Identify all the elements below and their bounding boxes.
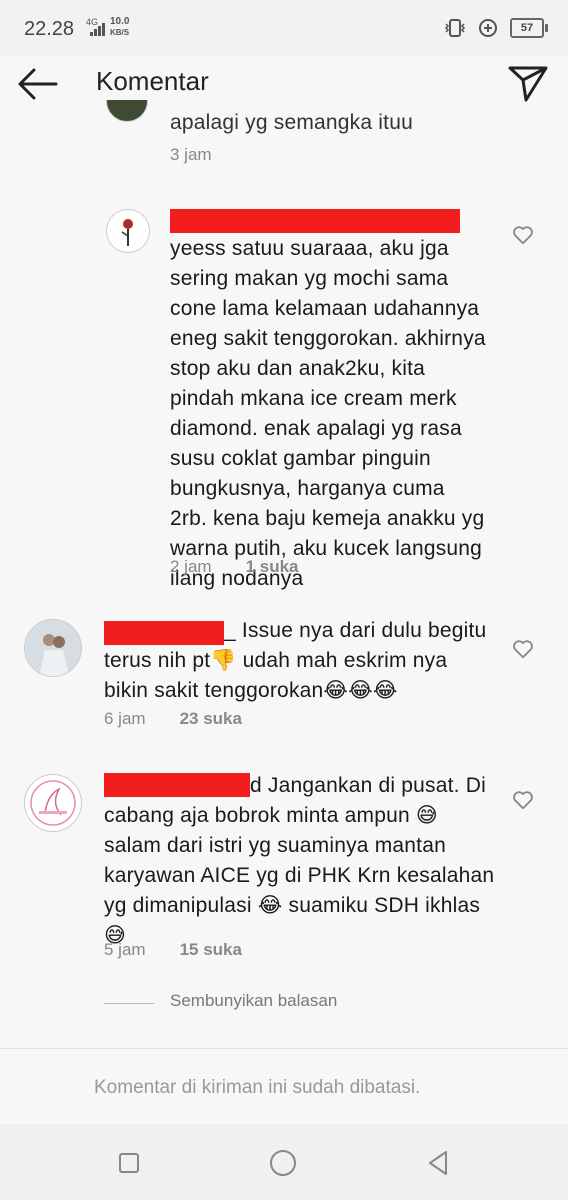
- like-count[interactable]: 15 suka: [180, 940, 242, 960]
- recent-apps-icon[interactable]: [112, 1146, 146, 1180]
- status-bar: 22.28 4G 10.0 KB/S 57: [0, 0, 568, 56]
- like-count[interactable]: 1 suka: [246, 557, 299, 577]
- send-icon[interactable]: [506, 60, 550, 104]
- comment-line: pindah mkana ice cream merk: [170, 387, 457, 410]
- comment-time: 2 jam: [170, 557, 212, 576]
- comment-time: 3 jam: [170, 145, 212, 164]
- comment-line: eneg sakit tenggorokan. akhirnya: [170, 327, 486, 350]
- comment-line: stop aku dan anak2ku, kita: [170, 357, 426, 380]
- comment-line: susu coklat gambar pinguin: [170, 447, 431, 470]
- redacted-username: [104, 621, 224, 645]
- comment-line: cabang aja bobrok minta ampun 😅: [104, 804, 438, 827]
- battery-indicator: 57: [510, 18, 548, 38]
- page-title: Komentar: [96, 66, 209, 96]
- like-heart-icon[interactable]: [512, 638, 534, 660]
- comment-line: karyawan AICE yg di PHK Krn kesalahan: [104, 864, 495, 887]
- avatar[interactable]: [24, 619, 82, 677]
- data-saver-icon: [479, 19, 497, 37]
- clock: 22.28: [24, 18, 75, 40]
- home-icon[interactable]: [266, 1146, 300, 1180]
- comment-meta: 5 jam 15 suka: [104, 940, 242, 960]
- comment-line: 2rb. kena baju kemeja anakku yg: [170, 507, 485, 530]
- comment-line: d Jangankan di pusat. Di: [250, 774, 486, 797]
- like-heart-icon[interactable]: [512, 789, 534, 811]
- comment-line: bungkusnya, harganya cuma: [170, 477, 445, 500]
- comment-line: diamond. enak apalagi yg rasa: [170, 417, 462, 440]
- like-count[interactable]: 23 suka: [180, 709, 242, 729]
- comment-text: apalagi yg semangka ituu: [170, 111, 413, 134]
- comment-line: yeess satuu suaraaa, aku jga: [170, 237, 449, 260]
- comment-line: _ Issue nya dari dulu begitu: [224, 619, 487, 642]
- comment-time: 6 jam: [104, 709, 146, 728]
- comment-meta: 6 jam 23 suka: [104, 709, 242, 729]
- couple-avatar-image: [25, 620, 81, 676]
- comments-list: apalagi yg semangka ituu 3 jam yeess sat…: [0, 100, 568, 1050]
- divider-line: [104, 1003, 154, 1004]
- comments-restricted-bar: Komentar di kiriman ini sudah dibatasi.: [0, 1048, 568, 1125]
- comment-line: bikin sakit tenggorokan😂😂😂: [104, 679, 398, 702]
- redacted-username: [170, 209, 460, 233]
- signal-icon: [90, 23, 105, 36]
- comment-line: terus nih pt👎 udah mah eskrim nya: [104, 649, 448, 672]
- vibrate-icon: [444, 19, 466, 37]
- comment-line: sering makan yg mochi sama: [170, 267, 449, 290]
- system-nav-bar: [0, 1124, 568, 1200]
- avatar[interactable]: [106, 100, 148, 122]
- pink-logo-avatar-image: [30, 780, 76, 826]
- avatar[interactable]: [106, 209, 150, 253]
- back-icon[interactable]: [422, 1146, 456, 1180]
- comment-line: cone lama kelamaan udahannya: [170, 297, 480, 320]
- restricted-note: Komentar di kiriman ini sudah dibatasi.: [94, 1077, 421, 1098]
- comment-meta: 3 jam: [170, 145, 212, 165]
- network-speed: 10.0 KB/S: [110, 16, 130, 37]
- comment-time: 5 jam: [104, 940, 146, 959]
- comment-line: salam dari istri yg suaminya mantan: [104, 834, 446, 857]
- hide-replies-button[interactable]: Sembunyikan balasan: [170, 991, 337, 1011]
- comment-meta: 2 jam 1 suka: [170, 557, 299, 577]
- like-heart-icon[interactable]: [512, 224, 534, 246]
- rose-avatar-image: [121, 219, 133, 246]
- avatar[interactable]: [24, 774, 82, 832]
- redacted-username: [104, 773, 250, 797]
- comment-line: yg dimanipulasi 😂 suamiku SDH ikhlas: [104, 894, 481, 917]
